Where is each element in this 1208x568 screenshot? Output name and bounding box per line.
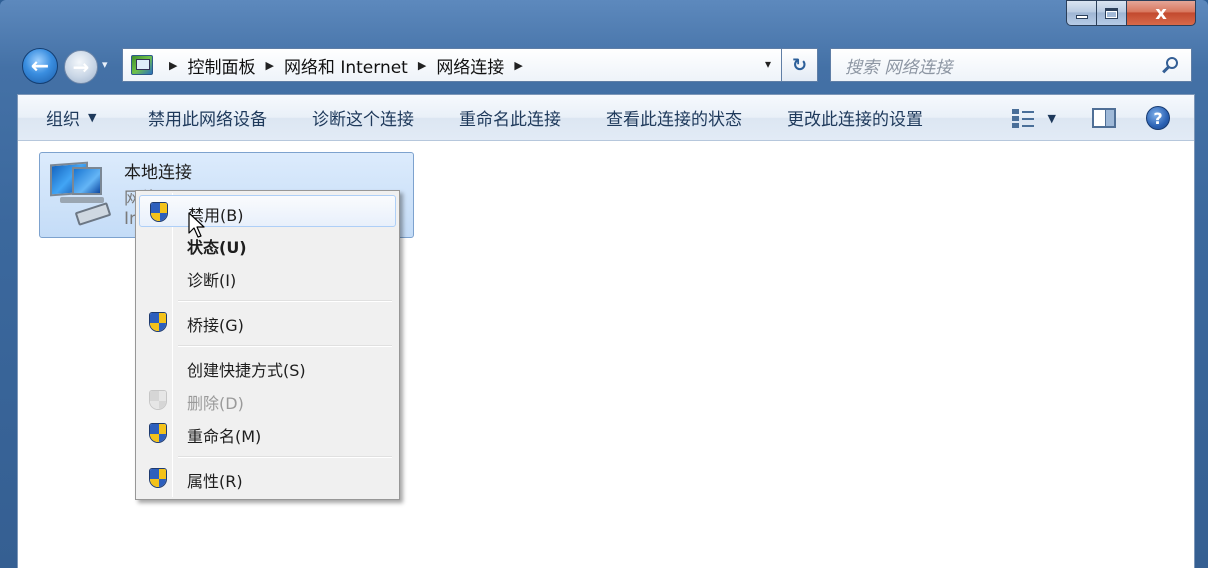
forward-button[interactable]: → — [64, 50, 98, 84]
view-dropdown-icon[interactable]: ▼ — [1048, 112, 1056, 125]
uac-shield-icon — [147, 422, 169, 444]
back-button[interactable]: ← — [22, 48, 58, 84]
address-dropdown-icon[interactable]: ▾ — [765, 57, 771, 71]
help-glyph: ? — [1153, 108, 1163, 128]
mouse-cursor-icon — [188, 212, 205, 238]
address-bar[interactable]: ▶ 控制面板 ▶ 网络和 Internet ▶ 网络连接 ▶ ▾ — [122, 48, 782, 82]
breadcrumb-separator-icon[interactable]: ▶ — [514, 59, 522, 72]
search-icon[interactable] — [1161, 56, 1181, 76]
menu-item-label: 重命名(M) — [187, 427, 262, 446]
menu-item-bridge[interactable]: 桥接(G) — [139, 306, 396, 338]
uac-shield-icon — [147, 311, 169, 333]
organize-dropdown-icon: ▼ — [88, 111, 97, 124]
control-panel-icon — [131, 55, 153, 75]
organize-label: 组织 — [46, 110, 80, 130]
menu-separator — [178, 456, 392, 458]
breadcrumb-network-internet[interactable]: 网络和 Internet — [284, 53, 408, 78]
minimize-button[interactable] — [1066, 0, 1096, 26]
menu-item-diagnose[interactable]: 诊断(I) — [139, 261, 396, 293]
search-box[interactable]: 搜索 网络连接 — [830, 48, 1192, 82]
menu-item-create-shortcut[interactable]: 创建快捷方式(S) — [139, 351, 396, 383]
breadcrumb-separator-icon[interactable]: ▶ — [418, 59, 426, 72]
breadcrumb-separator-icon[interactable]: ▶ — [265, 59, 273, 72]
breadcrumb-separator-icon[interactable]: ▶ — [169, 59, 177, 72]
diagnose-connection-button[interactable]: 诊断这个连接 — [312, 95, 414, 141]
menu-separator — [178, 300, 392, 302]
organize-button[interactable]: 组织 ▼ — [18, 95, 148, 141]
change-settings-button[interactable]: 更改此连接的设置 — [787, 95, 923, 141]
navigation-bar: ← → ▾ ▶ 控制面板 ▶ 网络和 Internet ▶ 网络连接 ▶ ▾ ↻… — [0, 44, 1208, 86]
toolbar-right: ▼ ? — [1011, 95, 1194, 141]
menu-item-label: 属性(R) — [187, 472, 243, 491]
menu-item-disable[interactable]: 禁用(B) — [139, 195, 396, 227]
help-icon[interactable]: ? — [1146, 106, 1170, 130]
explorer-window: x ← → ▾ ▶ 控制面板 ▶ 网络和 Internet ▶ 网络连接 ▶ ▾… — [0, 0, 1208, 568]
menu-item-label: 桥接(G) — [187, 316, 244, 335]
menu-separator — [178, 345, 392, 347]
menu-item-status[interactable]: 状态(U) — [139, 228, 396, 260]
context-menu: 禁用(B) 状态(U) 诊断(I) 桥接(G) 创建快捷方式(S) 删除(D) … — [135, 190, 400, 500]
close-button[interactable]: x — [1126, 0, 1196, 26]
refresh-button[interactable]: ↻ — [782, 48, 818, 82]
menu-item-rename[interactable]: 重命名(M) — [139, 417, 396, 449]
maximize-icon — [1105, 7, 1118, 19]
network-adapter-icon — [46, 159, 118, 231]
search-placeholder: 搜索 网络连接 — [845, 57, 953, 78]
refresh-icon: ↻ — [791, 54, 808, 76]
recent-pages-chevron-icon[interactable]: ▾ — [102, 58, 108, 71]
close-icon: x — [1155, 2, 1167, 24]
rename-connection-button[interactable]: 重命名此连接 — [459, 95, 561, 141]
menu-item-label: 诊断(I) — [187, 271, 237, 290]
menu-item-label: 创建快捷方式(S) — [187, 361, 306, 380]
forward-arrow-icon: → — [72, 55, 90, 79]
connection-name: 本地连接 — [124, 163, 192, 183]
menu-item-label: 删除(D) — [187, 394, 244, 413]
breadcrumb-control-panel[interactable]: 控制面板 — [187, 53, 255, 78]
uac-shield-icon — [147, 389, 169, 411]
command-bar: 组织 ▼ 禁用此网络设备 诊断这个连接 重命名此连接 查看此连接的状态 更改此连… — [18, 95, 1194, 141]
uac-shield-icon — [148, 201, 170, 223]
minimize-icon — [1075, 15, 1088, 19]
uac-shield-icon — [147, 467, 169, 489]
preview-pane-icon[interactable] — [1092, 108, 1116, 128]
view-status-button[interactable]: 查看此连接的状态 — [606, 95, 742, 141]
breadcrumb-network-connections[interactable]: 网络连接 — [436, 53, 504, 78]
change-view-icon[interactable] — [1011, 108, 1038, 128]
caption-buttons: x — [1066, 0, 1196, 26]
maximize-button[interactable] — [1096, 0, 1126, 26]
menu-item-properties[interactable]: 属性(R) — [139, 462, 396, 494]
menu-item-delete: 删除(D) — [139, 384, 396, 416]
disable-device-button[interactable]: 禁用此网络设备 — [148, 95, 267, 141]
back-arrow-icon: ← — [30, 53, 50, 79]
